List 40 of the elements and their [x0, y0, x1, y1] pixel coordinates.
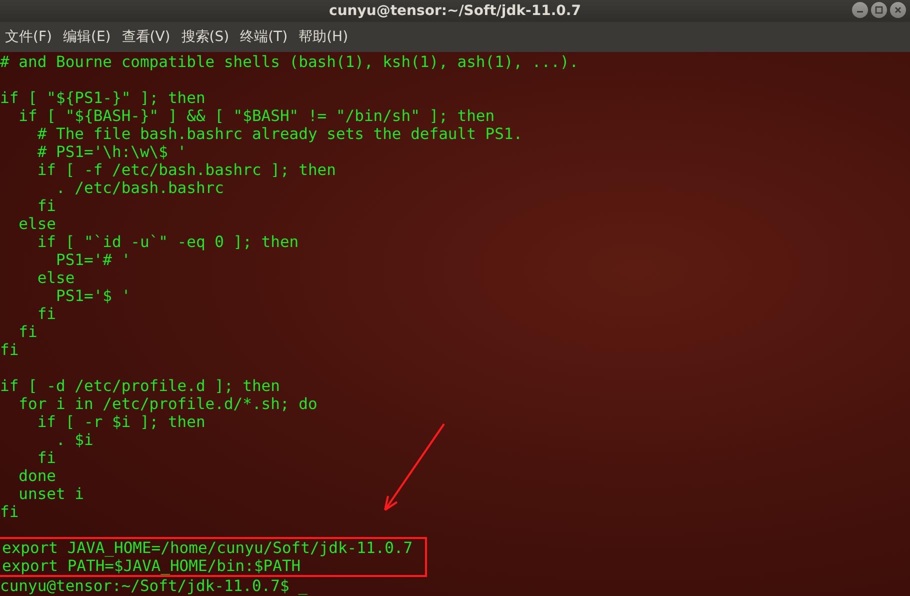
menu-item[interactable]: 查看(V): [122, 28, 170, 46]
menu-item[interactable]: 终端(T): [240, 28, 288, 46]
terminal-line: if [ -d /etc/profile.d ]; then: [0, 377, 281, 395]
terminal-line: PS1='$ ': [54, 287, 132, 305]
terminal-line: if [ "`id -u`" -eq 0 ]; then: [36, 233, 300, 251]
terminal-line: export PATH=$JAVA_HOME/bin:$PATH: [2, 557, 302, 575]
terminal-line: . /etc/bash.bashrc: [54, 179, 225, 197]
terminal-line: else: [18, 215, 57, 233]
terminal-line: fi: [18, 323, 38, 341]
terminal-line: unset i: [18, 485, 85, 503]
maximize-button[interactable]: [871, 2, 887, 18]
terminal-line: export JAVA_HOME=/home/cunyu/Soft/jdk-11.0.7: [2, 539, 413, 557]
terminal-line: # The file bash.bashrc already sets the default PS1.: [36, 125, 524, 143]
minimize-button[interactable]: [852, 2, 868, 18]
menu-item[interactable]: 帮助(H): [298, 28, 348, 46]
menu-item[interactable]: 编辑(E): [62, 28, 111, 46]
terminal-line: for i in /etc/profile.d/*.sh; do: [18, 395, 318, 413]
terminal-line: fi: [36, 305, 57, 323]
terminal-line: if [ -f /etc/bash.bashrc ]; then: [36, 161, 337, 179]
terminal-line: else: [36, 269, 76, 287]
terminal-line: # PS1='\h:\w\$ ': [36, 143, 188, 161]
terminal-line: fi: [36, 197, 57, 215]
terminal-line: if [ "${PS1-}" ]; then: [0, 89, 206, 107]
close-icon: [893, 5, 903, 15]
terminal-line: fi: [0, 503, 20, 521]
terminal-line: fi: [0, 341, 20, 359]
maximize-icon: [874, 5, 884, 15]
shell-prompt: cunyu@tensor:~/Soft/jdk-11.0.7$: [0, 577, 290, 595]
terminal-line: PS1='# ': [54, 251, 132, 269]
terminal-line: . $i: [54, 431, 94, 449]
window-title: cunyu@tensor:~/Soft/jdk-11.0.7: [329, 3, 581, 19]
terminal-line: if [ -r $i ]; then: [36, 413, 206, 431]
terminal-line: fi: [36, 449, 57, 467]
terminal-line: # and Bourne compatible shells (bash(1), ksh(1), ash(1), ...).: [0, 53, 580, 71]
terminal-line: if [ "${BASH-}" ] && [ "$BASH" != "/bin/sh" ]; then: [18, 107, 496, 125]
terminal-line: done: [18, 467, 57, 485]
text-cursor: _: [298, 577, 308, 595]
menu-item[interactable]: 文件(F): [5, 28, 52, 46]
close-button[interactable]: [890, 2, 906, 18]
menu-item[interactable]: 搜索(S): [181, 28, 230, 46]
